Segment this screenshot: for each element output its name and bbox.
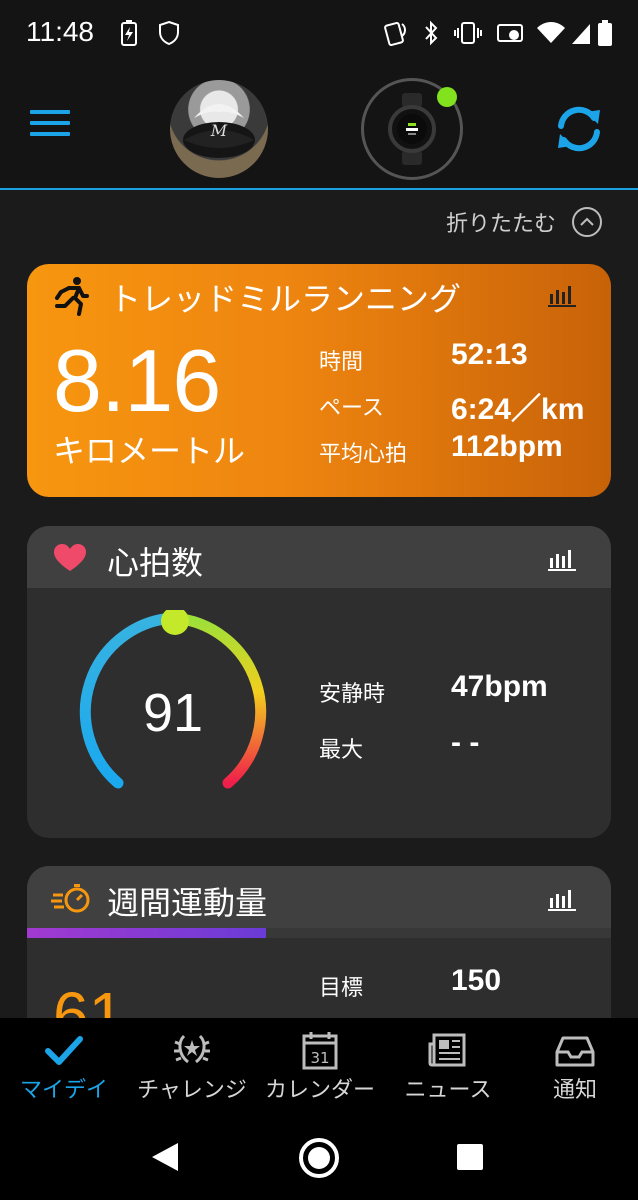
back-icon[interactable] — [150, 1141, 180, 1173]
stat-label: ペース — [319, 396, 384, 421]
tab-label: チャレンジ — [137, 1078, 247, 1103]
chart-icon[interactable] — [547, 886, 577, 912]
wifi-icon — [537, 22, 565, 43]
card-title: 週間運動量 — [107, 884, 268, 922]
news-icon — [428, 1033, 466, 1067]
tab-label: 通知 — [552, 1078, 597, 1103]
activity-card[interactable]: トレッドミルランニング 8.16 キロメートル 時間 52:13 ペース 6:2… — [27, 264, 611, 497]
checkmark-icon — [45, 1036, 83, 1065]
weekly-progress-bar — [27, 928, 611, 938]
battery-icon — [598, 20, 612, 46]
bottom-nav: マイデイ チャレンジ 31 カレンダー ニュース 通知 — [0, 1018, 638, 1113]
card-header: 週間運動量 — [27, 866, 611, 928]
tab-challenges[interactable]: チャレンジ — [128, 1018, 256, 1113]
status-time: 11:48 — [26, 16, 94, 47]
watch-device-icon[interactable] — [361, 78, 463, 180]
sync-icon[interactable] — [552, 102, 606, 156]
weekly-progress-fill — [27, 928, 267, 938]
stat-value: 47bpm — [451, 670, 548, 703]
laurel-icon — [174, 1034, 210, 1064]
tab-calendar[interactable]: 31 カレンダー — [256, 1018, 384, 1113]
activity-distance: 8.16 — [53, 331, 221, 430]
system-nav-bar — [0, 1113, 638, 1200]
stat-label: 最大 — [319, 738, 364, 763]
calendar-icon: 31 — [302, 1032, 338, 1070]
card-header: 心拍数 — [27, 526, 611, 588]
distance-unit: キロメートル — [53, 432, 246, 470]
battery-charging-icon — [121, 20, 137, 46]
collapse-label: 折りたたむ — [445, 212, 556, 237]
status-bar: 11:48 — [0, 0, 638, 66]
tab-label: ニュース — [404, 1078, 492, 1103]
vpn-shield-icon — [159, 20, 179, 46]
device-status-dot — [437, 87, 457, 107]
chevron-up-icon — [572, 207, 602, 237]
heart-rate-card[interactable]: 心拍数 91 安静時 47bpm 最大 - - — [27, 526, 611, 838]
card-title: 心拍数 — [107, 544, 204, 582]
home-icon[interactable] — [298, 1137, 340, 1179]
recents-icon[interactable] — [456, 1143, 484, 1171]
tab-label: カレンダー — [264, 1078, 375, 1103]
stat-label: 目標 — [319, 976, 364, 1001]
app-header: M — [0, 66, 638, 190]
chart-icon[interactable] — [547, 282, 577, 308]
svg-text:31: 31 — [310, 1049, 329, 1067]
bluetooth-icon — [425, 20, 438, 46]
stat-value: 150 — [451, 964, 502, 997]
stopwatch-icon — [51, 884, 90, 913]
stat-value: 6:24／km — [451, 393, 585, 426]
vibrate-icon — [454, 22, 482, 44]
cast-icon — [497, 24, 523, 42]
stat-value: 52:13 — [451, 338, 528, 371]
stat-value: - - — [451, 726, 480, 759]
svg-text:M: M — [210, 121, 228, 140]
stat-value: 112bpm — [451, 430, 563, 463]
stat-label: 時間 — [319, 350, 364, 375]
user-avatar[interactable]: M — [170, 80, 268, 178]
heart-rate-current: 91 — [142, 683, 204, 743]
tab-news[interactable]: ニュース — [384, 1018, 512, 1113]
inbox-icon — [555, 1036, 595, 1067]
stat-label: 安静時 — [319, 682, 386, 707]
chart-icon[interactable] — [547, 546, 577, 572]
tab-my-day[interactable]: マイデイ — [0, 1018, 128, 1113]
hamburger-menu-icon[interactable] — [30, 110, 70, 142]
nfc-icon — [384, 21, 406, 46]
running-icon — [55, 277, 89, 316]
activity-title: トレッドミルランニング — [109, 280, 462, 318]
signal-icon — [572, 24, 590, 44]
collapse-toggle[interactable]: 折りたたむ — [446, 206, 602, 238]
tab-label: マイデイ — [19, 1078, 108, 1103]
tab-notifications[interactable]: 通知 — [512, 1018, 638, 1113]
stat-label: 平均心拍 — [319, 442, 408, 467]
heart-icon — [54, 544, 86, 571]
